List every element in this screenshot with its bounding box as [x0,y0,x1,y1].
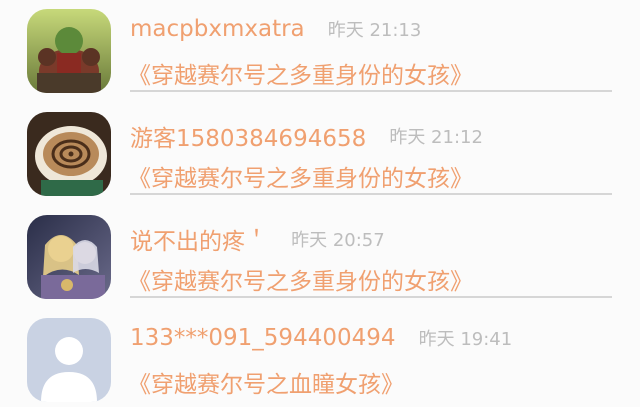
comment-meta: 说不出的疼＇ 昨天 20:57 [130,222,385,255]
username[interactable]: 游客1580384694658 [130,126,366,152]
username[interactable]: macpbxmxatra [130,16,305,42]
comment-row[interactable]: 说不出的疼＇ 昨天 20:57 《穿越赛尔号之多重身份的女孩》 [0,206,640,309]
timestamp: 昨天 20:57 [291,230,385,251]
book-title-link[interactable]: 《穿越赛尔号之多重身份的女孩》 [128,56,473,90]
comment-row[interactable]: 133***091_594400494 昨天 19:41 《穿越赛尔号之血瞳女孩… [0,309,640,407]
orc-warrior-avatar-icon[interactable] [27,9,111,93]
comment-meta: 游客1580384694658 昨天 21:12 [130,119,483,152]
default-user-avatar-icon[interactable] [27,318,111,402]
comment-row[interactable]: 游客1580384694658 昨天 21:12 《穿越赛尔号之多重身份的女孩》 [0,103,640,206]
comment-meta: 133***091_594400494 昨天 19:41 [130,325,512,357]
book-title-link[interactable]: 《穿越赛尔号之多重身份的女孩》 [128,262,473,296]
row-divider [130,193,612,195]
book-title-link[interactable]: 《穿越赛尔号之多重身份的女孩》 [128,159,473,193]
comment-list: macpbxmxatra 昨天 21:13 《穿越赛尔号之多重身份的女孩》 游客… [0,0,640,407]
comment-meta: macpbxmxatra 昨天 21:13 [130,16,421,48]
comment-row[interactable]: macpbxmxatra 昨天 21:13 《穿越赛尔号之多重身份的女孩》 [0,0,640,103]
username[interactable]: 133***091_594400494 [130,325,396,351]
username[interactable]: 说不出的疼＇ [130,229,268,255]
coffee-cup-avatar-icon[interactable] [27,112,111,196]
anime-couple-avatar-icon[interactable] [27,215,111,299]
timestamp: 昨天 21:12 [389,127,483,148]
timestamp: 昨天 21:13 [327,20,422,41]
row-divider [130,90,612,92]
row-divider [130,296,612,298]
book-title-link[interactable]: 《穿越赛尔号之血瞳女孩》 [128,365,404,399]
timestamp: 昨天 19:41 [418,329,513,350]
